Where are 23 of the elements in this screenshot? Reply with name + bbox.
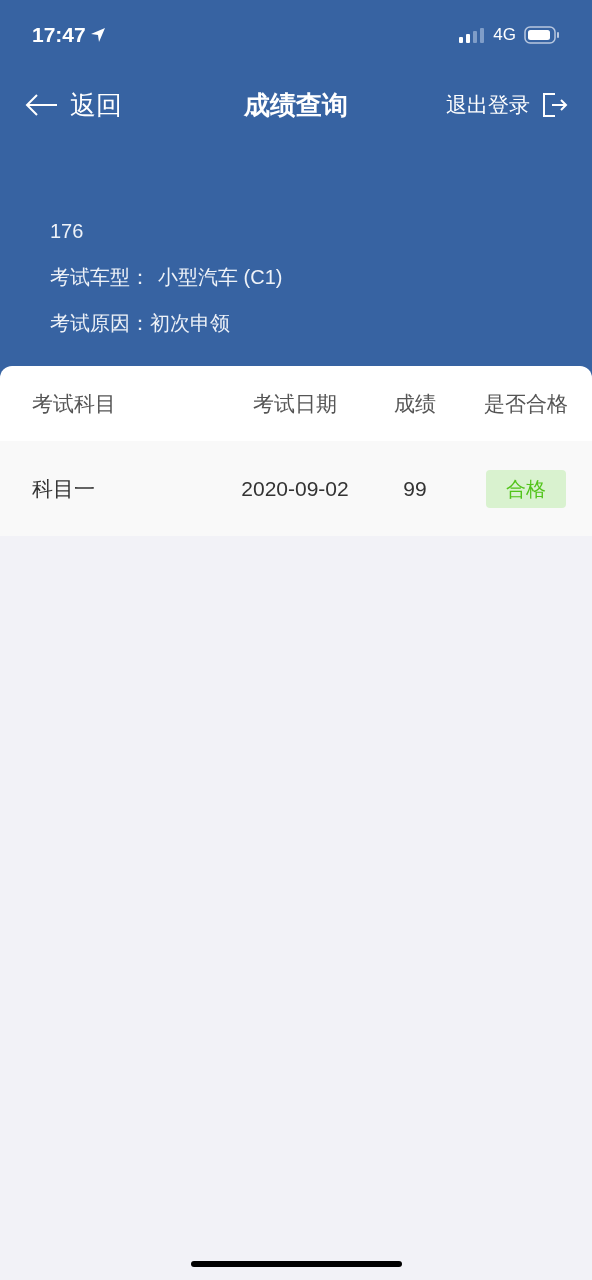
signal-icon [459, 27, 486, 43]
reason-label: 考试原因： [50, 311, 150, 336]
back-arrow-icon [24, 93, 58, 117]
result-badge: 合格 [486, 469, 566, 508]
status-time: 17:47 [32, 22, 86, 49]
date-cell-text: 2020-09-02 [240, 475, 350, 502]
logout-icon [542, 92, 568, 118]
column-header: 考试日期 [252, 390, 338, 417]
vehicle-value: 小型汽车 (C1) [158, 265, 283, 290]
reason-value: 初次申领 [150, 311, 230, 336]
battery-icon [524, 26, 560, 44]
column-header: 考试科目 [31, 390, 117, 417]
vehicle-label: 考试车型： [50, 265, 150, 290]
back-button[interactable]: 返回 [24, 85, 122, 125]
column-header: 是否合格 [483, 390, 569, 417]
network-label: 4G [493, 24, 516, 47]
page-title: 成绩查询 [244, 88, 348, 122]
phone-number: 176 [50, 219, 85, 244]
location-icon [89, 27, 106, 43]
logout-button[interactable]: 退出登录 [446, 89, 568, 121]
column-header: 成绩 [393, 390, 437, 417]
score-cell-text: 99 [402, 475, 428, 502]
subject-cell-text: 科目一 [31, 475, 96, 502]
